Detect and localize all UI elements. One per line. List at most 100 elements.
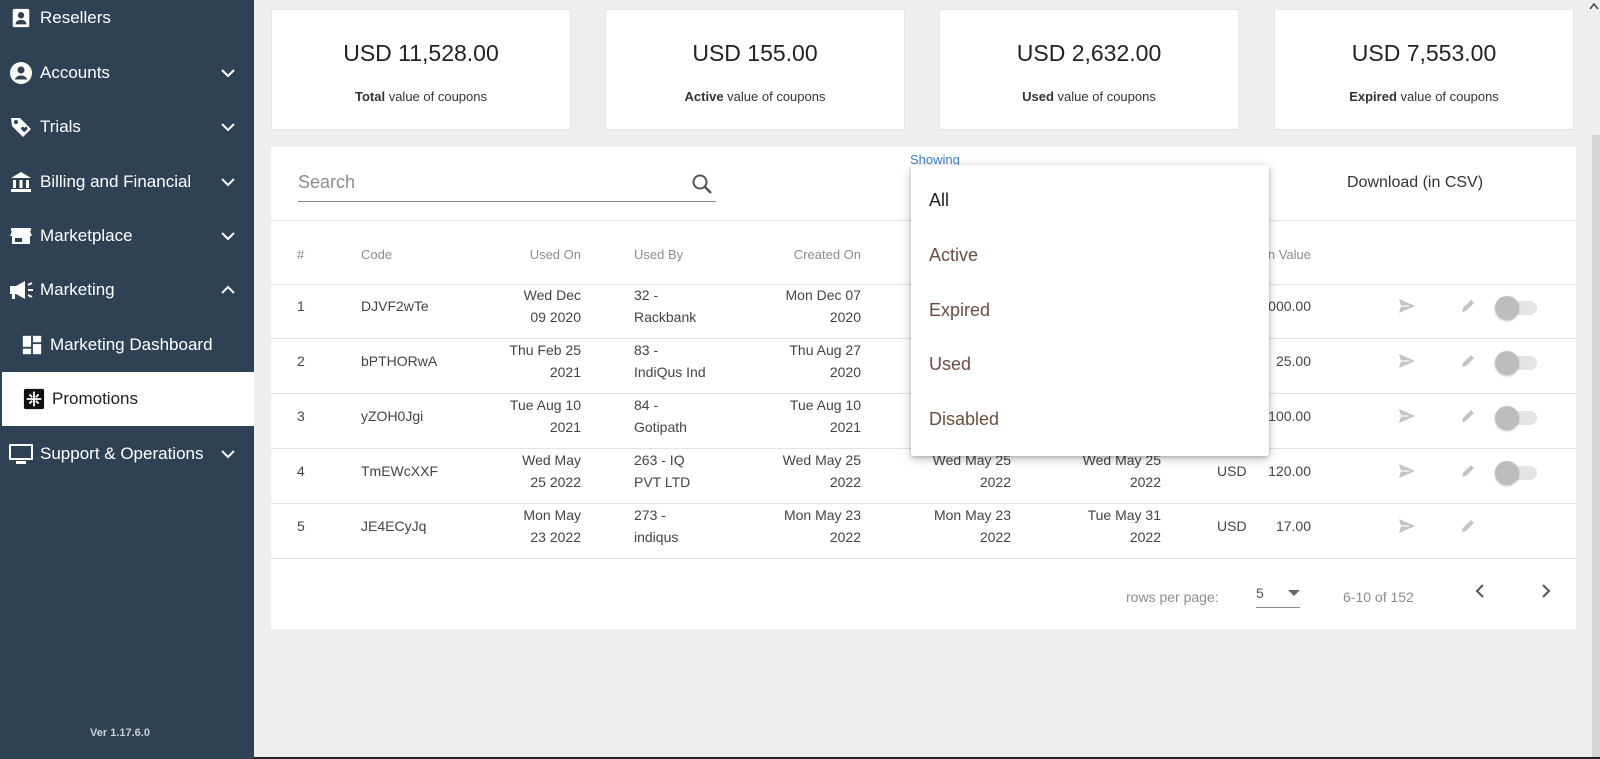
card-amount: USD 11,528.00: [343, 40, 499, 66]
app-version: Ver 1.17.6.0: [90, 727, 150, 739]
created-on: Tue Aug 10 2021: [789, 397, 861, 435]
sidebar-item-promotions[interactable]: Promotions: [0, 372, 254, 426]
enable-toggle[interactable]: [1495, 461, 1537, 485]
coupon-code: TmEWcXXF: [361, 463, 438, 479]
sidebar-item-marketplace[interactable]: Marketplace: [0, 209, 254, 263]
created-on: Mon Dec 07 2020: [785, 287, 861, 325]
row-number: 3: [297, 408, 305, 424]
send-icon[interactable]: [1398, 407, 1416, 425]
download-csv-button[interactable]: Download (in CSV): [1347, 174, 1483, 192]
divider: [271, 558, 1576, 559]
created-on: Mon May 23 2022: [783, 507, 861, 545]
next-page-button[interactable]: [1535, 580, 1557, 602]
rows-per-page-select[interactable]: 5: [1256, 576, 1300, 608]
used-by: 32 - Rackbank: [634, 287, 697, 325]
sidebar-item-label: Trials: [40, 117, 81, 136]
chevron-down-icon: [220, 65, 236, 81]
send-icon[interactable]: [1398, 462, 1416, 480]
sidebar-item-label: Promotions: [52, 389, 138, 408]
search-icon[interactable]: [690, 172, 714, 196]
column-header-used-on: Used On: [529, 247, 581, 262]
chevron-up-icon: [220, 282, 236, 298]
caret-down-icon: [1288, 590, 1300, 596]
column-header-used-by: Used By: [634, 247, 684, 262]
summary-card-active: USD 155.00 Active value of coupons: [605, 9, 905, 130]
vertical-scrollbar[interactable]: [1592, 135, 1600, 757]
chevron-down-icon: [220, 446, 236, 462]
edit-pencil-icon[interactable]: [1459, 462, 1477, 480]
send-icon[interactable]: [1398, 517, 1416, 535]
used-by: 84 - Gotipath: [634, 397, 687, 435]
used-on: Mon May 23 2022: [523, 507, 581, 545]
column-header-code: Code: [361, 247, 393, 262]
store-icon: [8, 223, 34, 249]
end-date: Tue May 31 2022: [1087, 507, 1161, 545]
pagination-range: 6-10 of 152: [1343, 589, 1414, 605]
dropdown-option-all[interactable]: All: [929, 190, 949, 211]
rows-per-page-label: rows per page:: [1126, 589, 1219, 605]
start-date: Mon May 23 2022: [933, 507, 1011, 545]
used-by: 273 - indiqus: [634, 507, 679, 545]
coupon-value: 17.00: [1275, 518, 1311, 534]
used-on: Wed Dec 09 2020: [523, 287, 581, 325]
dashboard-icon: [19, 332, 45, 358]
search-input[interactable]: Search: [298, 172, 716, 202]
dropdown-option-disabled[interactable]: Disabled: [929, 409, 999, 430]
card-amount: USD 7,553.00: [1351, 40, 1497, 66]
summary-card-used: USD 2,632.00 Used value of coupons: [939, 9, 1239, 130]
scroll-up-arrow-icon[interactable]: [1588, 0, 1600, 14]
search-placeholder: Search: [298, 172, 356, 192]
used-by: 83 - IndiQus Ind: [634, 342, 706, 380]
coupon-code: JE4ECyJq: [361, 518, 427, 534]
coupon-code: yZOH0Jgi: [361, 408, 424, 424]
chevron-down-icon: [220, 228, 236, 244]
sidebar-item-support[interactable]: Support & Operations: [0, 427, 254, 481]
row-number: 5: [297, 518, 305, 534]
sidebar-item-marketing-dashboard[interactable]: Marketing Dashboard: [0, 318, 254, 372]
person-card-icon: [8, 5, 34, 31]
sidebar-item-label: Support & Operations: [40, 444, 204, 463]
sidebar-item-label: Resellers: [40, 8, 111, 27]
sidebar-item-billing[interactable]: Billing and Financial: [0, 155, 254, 209]
sidebar-item-marketing[interactable]: Marketing: [0, 263, 254, 317]
summary-card-total: USD 11,528.00 Total value of coupons: [271, 9, 571, 130]
used-on: Thu Feb 25 2021: [509, 342, 581, 380]
used-on: Wed May 25 2022: [522, 452, 581, 490]
tag-icon: [8, 114, 34, 140]
card-amount: USD 155.00: [692, 40, 818, 66]
enable-toggle[interactable]: [1495, 296, 1537, 320]
enable-toggle[interactable]: [1495, 351, 1537, 375]
card-caption: Used value of coupons: [1022, 89, 1156, 104]
send-icon[interactable]: [1398, 297, 1416, 315]
status-filter-dropdown: All Active Expired Used Disabled: [911, 165, 1269, 456]
card-caption: Expired value of coupons: [1349, 89, 1499, 104]
sidebar-item-trials[interactable]: Trials: [0, 100, 254, 154]
sidebar-item-label: Billing and Financial: [40, 172, 192, 191]
sidebar-item-accounts[interactable]: Accounts: [0, 46, 254, 100]
megaphone-icon: [8, 277, 34, 303]
previous-page-button[interactable]: [1469, 580, 1491, 602]
dropdown-option-active[interactable]: Active: [929, 245, 978, 266]
column-header-created-on: Created On: [793, 247, 861, 262]
card-amount: USD 2,632.00: [1016, 40, 1162, 66]
chevron-down-icon: [220, 119, 236, 135]
send-icon[interactable]: [1398, 352, 1416, 370]
row-number: 4: [297, 463, 305, 479]
sidebar-item-label: Accounts: [40, 63, 110, 82]
edit-pencil-icon[interactable]: [1459, 407, 1477, 425]
rows-per-page-value: 5: [1256, 585, 1264, 601]
dropdown-option-expired[interactable]: Expired: [929, 300, 990, 321]
edit-pencil-icon[interactable]: [1459, 517, 1477, 535]
column-header-num: #: [297, 247, 305, 262]
edit-pencil-icon[interactable]: [1459, 297, 1477, 315]
coupon-code: bPTHORwA: [361, 353, 438, 369]
edit-pencil-icon[interactable]: [1459, 352, 1477, 370]
used-by: 263 - IQ PVT LTD: [634, 452, 691, 490]
monitor-icon: [8, 441, 34, 467]
chevron-down-icon: [220, 174, 236, 190]
sidebar-item-resellers[interactable]: Resellers: [0, 0, 254, 45]
enable-toggle[interactable]: [1495, 406, 1537, 430]
sidebar: Resellers Accounts Trials Billing and Fi…: [0, 0, 254, 759]
account-circle-icon: [8, 60, 34, 86]
dropdown-option-used[interactable]: Used: [929, 354, 971, 375]
